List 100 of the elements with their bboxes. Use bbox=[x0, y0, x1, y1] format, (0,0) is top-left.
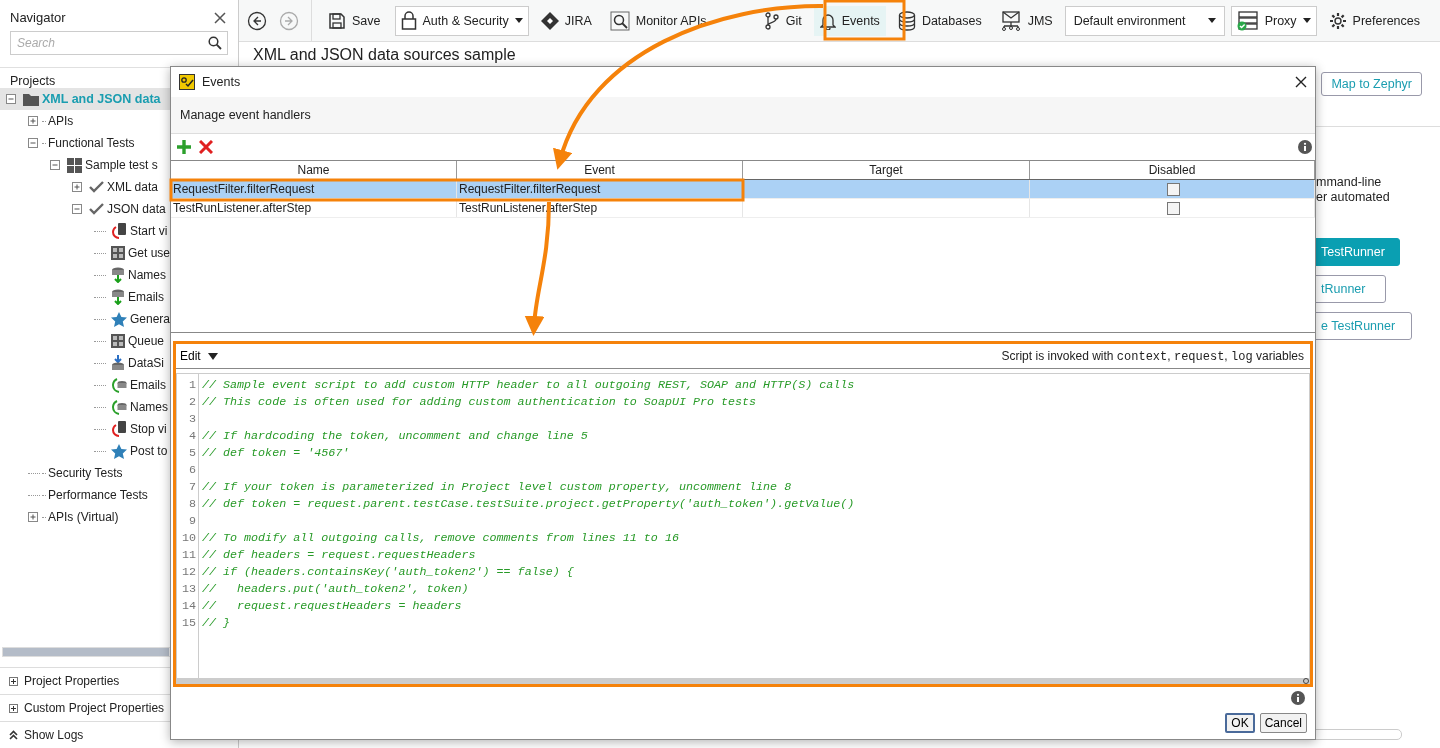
tree-item[interactable]: Queue bbox=[0, 330, 238, 352]
branch-icon bbox=[763, 11, 780, 30]
expand-icon[interactable] bbox=[28, 512, 38, 522]
search-icon bbox=[208, 36, 222, 50]
tree-item[interactable]: Start vi bbox=[0, 220, 238, 242]
table-cell: TestRunListener.afterStep bbox=[171, 199, 457, 217]
code-line: // To modify all outgoing calls, remove comments from lines 11 to 16 bbox=[202, 531, 679, 545]
table-row[interactable]: RequestFilter.filterRequest RequestFilter.filterRequest bbox=[171, 180, 1315, 199]
line-number: 13 bbox=[180, 581, 196, 598]
panel-title: Navigator bbox=[10, 10, 66, 25]
dialog-button[interactable]: Cancel bbox=[1259, 713, 1307, 733]
tree-item[interactable]: Emails bbox=[0, 286, 238, 308]
code-line: // } bbox=[202, 616, 231, 630]
settings-icon bbox=[1328, 11, 1347, 30]
double-chevron-up-icon bbox=[9, 730, 18, 740]
line-number: 15 bbox=[180, 615, 196, 632]
folder-icon bbox=[23, 92, 39, 106]
code-line: // Sample event script to add custom HTTP header to all outgoing REST, SOAP and HTTP(S) calls bbox=[202, 378, 855, 392]
environment-dropdown[interactable]: Default environment bbox=[1064, 5, 1225, 36]
tree-item[interactable]: Names bbox=[0, 264, 238, 286]
caret-icon bbox=[514, 18, 523, 23]
checkbox[interactable] bbox=[1166, 182, 1180, 196]
bell-icon bbox=[819, 11, 836, 30]
caret-icon bbox=[1207, 18, 1216, 23]
envelope-network-icon bbox=[999, 10, 1022, 31]
toolbar-button[interactable]: JIRA bbox=[534, 5, 598, 36]
server-refresh-icon bbox=[111, 421, 127, 437]
toolbar-button[interactable]: Auth & Security bbox=[394, 5, 529, 36]
toolbar-button[interactable]: Save bbox=[322, 5, 387, 36]
toolbar-button[interactable]: Preferences bbox=[1322, 5, 1426, 36]
edit-menu[interactable]: Edit bbox=[178, 349, 218, 363]
caret-icon bbox=[1302, 18, 1311, 23]
description-text: er automated bbox=[1316, 190, 1391, 205]
page-title: XML and JSON data sources sample bbox=[253, 46, 516, 64]
close-icon[interactable] bbox=[1295, 76, 1307, 88]
line-number: 14 bbox=[180, 598, 196, 615]
expand-icon[interactable] bbox=[28, 116, 38, 126]
expand-icon[interactable] bbox=[72, 182, 82, 192]
add-icon[interactable] bbox=[177, 140, 191, 154]
line-number: 2 bbox=[188, 394, 196, 411]
tree-item[interactable]: Genera bbox=[0, 308, 238, 330]
code-line: // def token = request.parent.testCase.testSuite.project.getProperty('auth_token').getValue() bbox=[202, 497, 855, 511]
code-line: // If your token is parameterized in Project level custom property, uncomment line 8 bbox=[202, 480, 792, 494]
info-icon[interactable] bbox=[1298, 140, 1312, 154]
collapse-icon[interactable] bbox=[28, 138, 38, 148]
collapse-icon[interactable] bbox=[50, 160, 60, 170]
checkmark-icon bbox=[89, 203, 104, 215]
caret-icon bbox=[207, 352, 218, 360]
toolbar-button[interactable]: Events bbox=[813, 5, 886, 36]
toolbar-button[interactable]: Databases bbox=[891, 5, 988, 36]
checkbox[interactable] bbox=[1166, 201, 1180, 215]
line-number: 6 bbox=[188, 462, 196, 479]
server-check-icon bbox=[1236, 10, 1259, 31]
events-app-icon bbox=[179, 74, 195, 90]
tree-item[interactable]: Functional Tests bbox=[0, 132, 238, 154]
star-icon bbox=[111, 443, 127, 459]
column-header[interactable]: Target bbox=[743, 161, 1030, 179]
code-line: // If hardcoding the token, uncomment and change line 5 bbox=[202, 429, 588, 443]
database-loop-icon bbox=[111, 399, 127, 415]
tree-item[interactable]: Get use bbox=[0, 242, 238, 264]
column-header[interactable]: Name bbox=[171, 161, 457, 179]
table-cell: RequestFilter.filterRequest bbox=[171, 180, 457, 198]
toolbar-button[interactable]: Git bbox=[757, 5, 808, 36]
line-number: 12 bbox=[180, 564, 196, 581]
column-header[interactable]: Disabled bbox=[1030, 161, 1315, 179]
info-icon[interactable] bbox=[1291, 691, 1305, 705]
code-line: // request.requestHeaders = headers bbox=[202, 599, 462, 613]
rest-icon bbox=[111, 246, 125, 260]
code-line: // This code is often used for adding custom authentication to SoapUI Pro tests bbox=[202, 395, 757, 409]
grid-icon bbox=[67, 157, 82, 173]
database-loop-icon bbox=[111, 377, 127, 393]
code-line: // def token = '4567' bbox=[202, 446, 350, 460]
delete-icon[interactable] bbox=[199, 140, 213, 154]
database-icon bbox=[111, 267, 125, 283]
line-number: 3 bbox=[188, 411, 196, 428]
rest-icon bbox=[111, 334, 125, 348]
database-icon bbox=[111, 355, 125, 371]
toolbar-button[interactable]: JMS bbox=[993, 5, 1059, 36]
back-icon[interactable] bbox=[247, 10, 267, 31]
dialog-button[interactable]: OK bbox=[1225, 713, 1255, 733]
line-number: 10 bbox=[180, 530, 196, 547]
collapse-icon[interactable] bbox=[72, 204, 82, 214]
server-refresh-icon bbox=[111, 223, 127, 239]
diamond-icon bbox=[540, 11, 559, 30]
toolbar-button[interactable]: Proxy bbox=[1230, 5, 1317, 36]
line-number: 8 bbox=[188, 496, 196, 513]
code-line: // def headers = request.requestHeaders bbox=[202, 548, 476, 562]
line-number: 1 bbox=[188, 377, 196, 394]
collapse-icon[interactable] bbox=[6, 94, 16, 104]
column-header[interactable]: Event bbox=[457, 161, 743, 179]
code-line: // if (headers.containsKey('auth_token2') == false) { bbox=[202, 565, 574, 579]
line-number: 7 bbox=[188, 479, 196, 496]
line-number: 4 bbox=[188, 428, 196, 445]
description-text: mmand-line bbox=[1316, 175, 1383, 190]
search-field[interactable]: Search bbox=[10, 31, 228, 55]
line-number: 5 bbox=[188, 445, 196, 462]
close-icon[interactable] bbox=[214, 11, 226, 24]
line-number: 11 bbox=[180, 547, 196, 564]
star-icon bbox=[111, 311, 127, 327]
dialog-title: Events bbox=[202, 75, 241, 89]
